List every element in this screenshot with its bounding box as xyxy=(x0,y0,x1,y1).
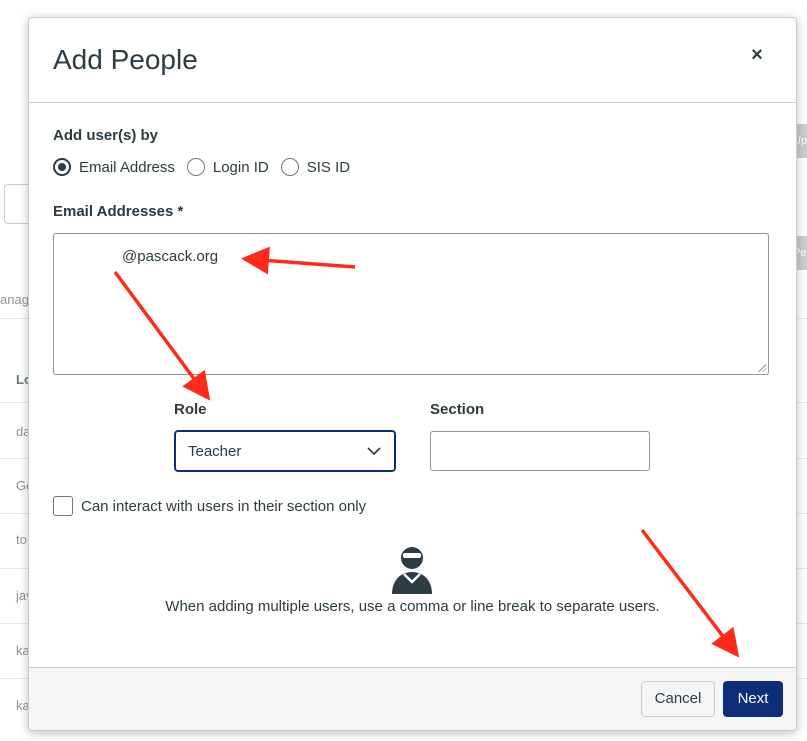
radio-label: Email Address xyxy=(79,158,175,176)
add-people-modal: Add People × Add user(s) by Email Addres… xyxy=(28,17,797,731)
resize-handle-icon[interactable] xyxy=(758,364,766,372)
role-select-value: Teacher xyxy=(188,442,242,460)
radio-label: Login ID xyxy=(212,158,269,176)
radio-unchecked-icon[interactable] xyxy=(186,158,205,176)
close-button[interactable]: × xyxy=(746,44,768,66)
cancel-button[interactable]: Cancel xyxy=(641,681,715,717)
role-label: Role xyxy=(174,401,207,418)
add-by-radio-group: Email Address Login ID SIS ID xyxy=(53,158,362,176)
radio-unchecked-icon[interactable] xyxy=(280,158,299,176)
background-text: anag xyxy=(0,292,29,307)
section-input[interactable] xyxy=(430,431,650,471)
checkbox-label: Can interact with users in their section… xyxy=(81,497,367,515)
email-addresses-value: @pascack.org xyxy=(122,248,219,265)
modal-footer: Cancel Next xyxy=(29,667,796,730)
modal-title: Add People xyxy=(53,44,198,75)
section-only-checkbox[interactable] xyxy=(53,496,73,516)
add-by-label: Add user(s) by xyxy=(53,127,159,144)
background-row: to xyxy=(16,532,27,547)
section-label: Section xyxy=(430,401,485,418)
radio-checked-icon[interactable] xyxy=(53,158,71,176)
section-only-checkbox-row[interactable]: Can interact with users in their section… xyxy=(53,496,366,516)
radio-sis-id[interactable]: SIS ID xyxy=(280,158,351,176)
next-button[interactable]: Next xyxy=(723,681,783,717)
email-addresses-textarea[interactable]: @pascack.org xyxy=(53,233,769,375)
chevron-down-icon xyxy=(367,447,381,456)
role-select[interactable]: Teacher xyxy=(172,428,398,474)
radio-login-id[interactable]: Login ID xyxy=(186,158,269,176)
email-addresses-label: Email Addresses * xyxy=(53,203,184,220)
radio-label: SIS ID xyxy=(306,158,351,176)
radio-email-address[interactable]: Email Address xyxy=(53,158,175,176)
user-avatar-icon xyxy=(392,547,432,594)
modal-header: Add People × xyxy=(29,18,796,103)
info-text: When adding multiple users, use a comma … xyxy=(165,598,660,615)
